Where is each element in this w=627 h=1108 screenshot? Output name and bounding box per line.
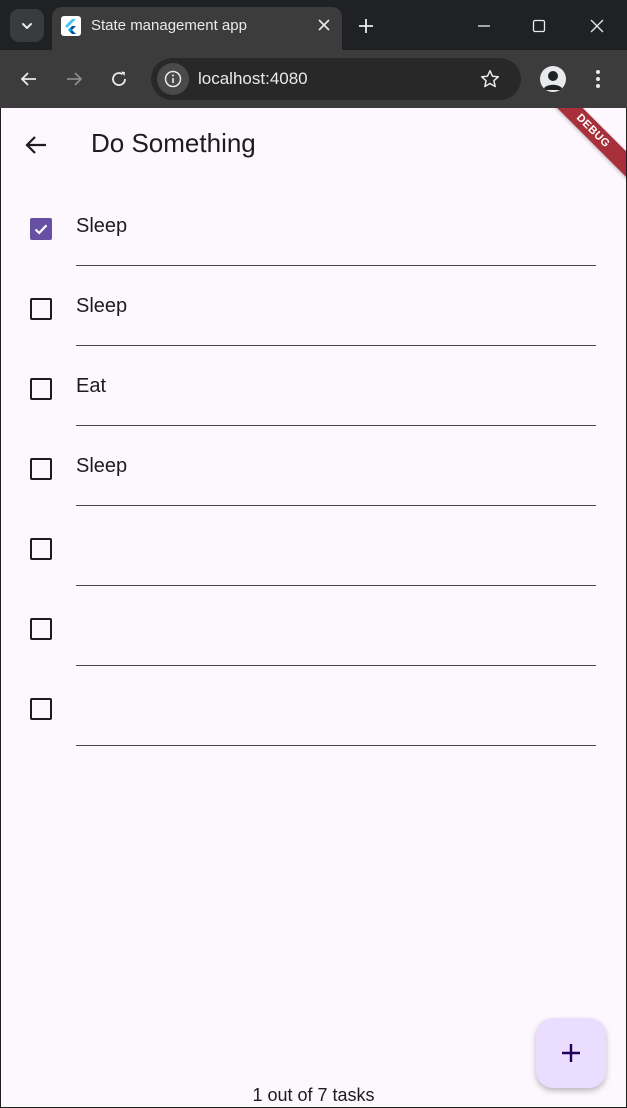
task-checkbox[interactable] [30, 618, 52, 640]
url-text[interactable]: localhost:4080 [198, 69, 308, 89]
task-text-field[interactable]: Eat [76, 364, 596, 426]
back-button[interactable] [19, 128, 53, 162]
profile-button[interactable] [540, 66, 566, 92]
task-checkbox[interactable] [30, 298, 52, 320]
minimize-icon [478, 25, 490, 27]
task-checkbox[interactable] [30, 698, 52, 720]
arrow-left-icon [25, 136, 46, 154]
arrow-left-icon [20, 72, 36, 86]
browser-menu-button[interactable] [587, 66, 609, 92]
reload-button[interactable] [106, 66, 132, 92]
maximize-icon [532, 19, 546, 33]
arrow-right-icon [67, 72, 83, 86]
task-checkbox[interactable] [30, 378, 52, 400]
task-row: Sleep [1, 186, 626, 266]
browser-toolbar: localhost:4080 [0, 50, 627, 108]
back-nav-button[interactable] [16, 66, 42, 92]
page-title: Do Something [91, 128, 256, 158]
close-icon [590, 19, 604, 33]
flutter-icon [61, 16, 81, 36]
close-window-button[interactable] [583, 12, 611, 40]
bookmark-button[interactable] [477, 66, 503, 92]
new-tab-button[interactable] [354, 14, 378, 38]
task-row [1, 666, 626, 746]
task-text-field[interactable]: Sleep [76, 204, 596, 266]
task-row [1, 586, 626, 666]
app-viewport: Do Something DEBUG Sleep Sleep Eat Sleep 1 … [1, 108, 626, 1107]
site-info-button[interactable] [157, 63, 189, 95]
check-icon [34, 224, 48, 235]
maximize-button[interactable] [525, 12, 553, 40]
reload-icon [112, 71, 126, 86]
add-task-button[interactable] [536, 1018, 606, 1088]
info-icon [164, 70, 182, 88]
minimize-button[interactable] [470, 12, 498, 40]
task-checkbox[interactable] [30, 218, 52, 240]
tab-search-button[interactable] [10, 9, 44, 42]
task-checkbox[interactable] [30, 538, 52, 560]
app-bar: Do Something [1, 108, 626, 178]
task-count: 1 out of 7 tasks [252, 1085, 375, 1105]
close-icon [318, 19, 330, 31]
task-text-field[interactable] [76, 604, 596, 666]
browser-tab-strip: State management app [0, 0, 627, 50]
task-text-field[interactable]: Sleep [76, 284, 596, 346]
browser-tab[interactable]: State management app [52, 7, 342, 50]
task-text-field[interactable] [76, 524, 596, 586]
task-text-field[interactable] [76, 684, 596, 746]
more-vert-icon [596, 70, 600, 88]
address-bar[interactable]: localhost:4080 [151, 58, 521, 100]
task-text-field[interactable]: Sleep [76, 444, 596, 506]
avatar-icon [543, 71, 563, 90]
plus-icon [562, 1044, 580, 1062]
chevron-down-icon [22, 22, 32, 29]
plus-icon [359, 19, 373, 33]
star-icon [480, 70, 500, 88]
task-row [1, 506, 626, 586]
tab-title: State management app [91, 17, 247, 34]
forward-nav-button[interactable] [61, 66, 87, 92]
task-row: Eat [1, 346, 626, 426]
close-tab-button[interactable] [314, 15, 334, 35]
task-checkbox[interactable] [30, 458, 52, 480]
task-row: Sleep [1, 266, 626, 346]
task-row: Sleep [1, 426, 626, 506]
